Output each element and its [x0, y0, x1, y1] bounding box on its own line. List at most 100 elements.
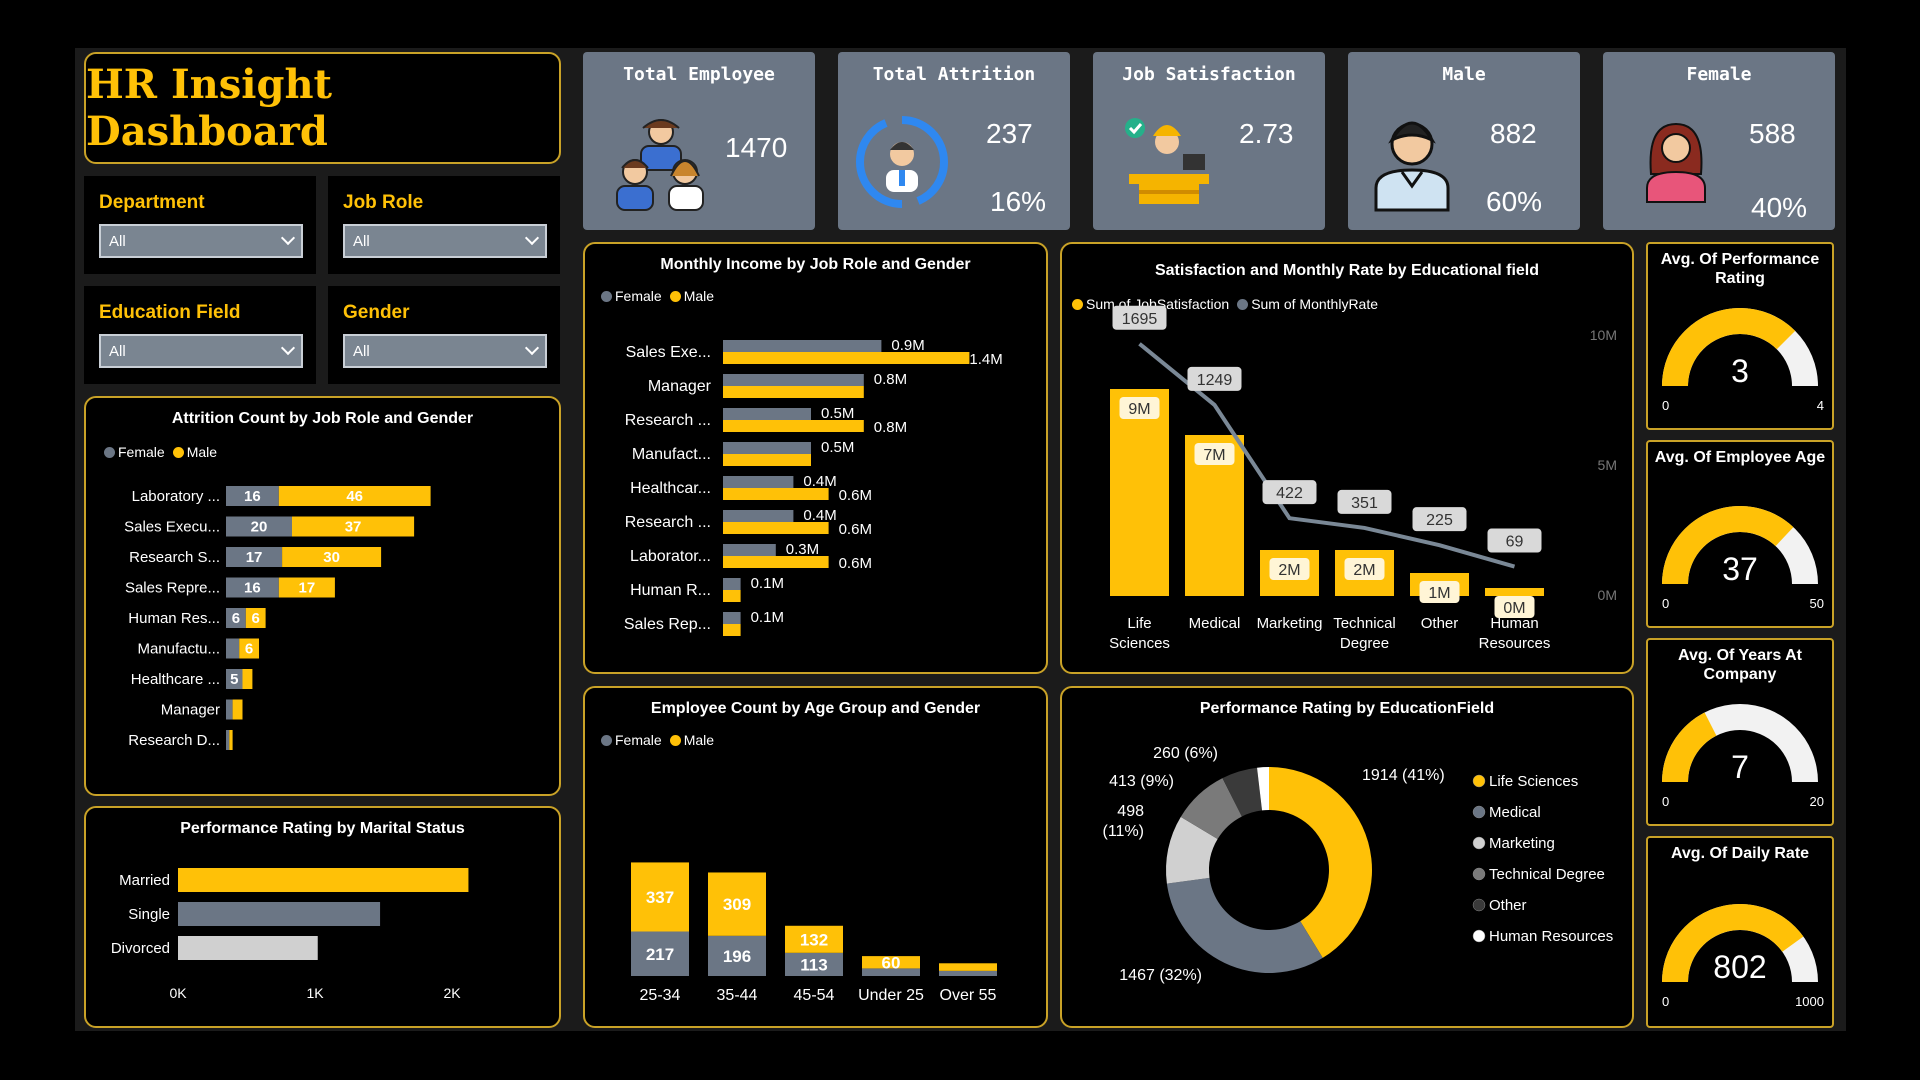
- line-data-label: 1695: [1122, 311, 1158, 328]
- job-role-dropdown[interactable]: All: [343, 224, 547, 258]
- data-label: 0.4M: [803, 507, 836, 524]
- bar-female: [723, 408, 811, 420]
- data-label: 260 (6%): [1153, 745, 1218, 762]
- legend-label: Technical Degree: [1489, 866, 1605, 883]
- category-label: Other: [1421, 615, 1459, 632]
- male-person-icon: [1374, 121, 1450, 212]
- data-label: 1M: [1428, 585, 1450, 602]
- perf-donut-panel: Performance Rating by EducationField 191…: [1060, 686, 1634, 1028]
- category-label: Laboratory ...: [132, 488, 220, 505]
- gauge-chart: 37 0 50: [1662, 506, 1824, 611]
- gender-dropdown[interactable]: All: [343, 334, 547, 368]
- data-label: 0.6M: [839, 521, 872, 538]
- category-label: Human Res...: [128, 610, 220, 627]
- dashboard-title: HR Insight Dashboard: [86, 61, 332, 155]
- legend-label: Other: [1489, 897, 1527, 914]
- bar-female: [723, 612, 741, 624]
- category-label: Resources: [1479, 635, 1551, 652]
- gauge-max: 50: [1810, 596, 1824, 611]
- category-label: Manager: [161, 702, 220, 719]
- bar-male: [723, 624, 741, 636]
- data-label: 1914 (41%): [1362, 767, 1445, 784]
- bar-female: [723, 340, 882, 352]
- data-label: 0.8M: [874, 371, 907, 388]
- bar-female: [723, 578, 741, 590]
- kpi-percent: 40%: [1751, 192, 1808, 223]
- bar-female: [723, 476, 794, 488]
- data-label: 0.5M: [821, 405, 854, 422]
- category-label: Sales Rep...: [624, 616, 711, 633]
- data-label: 2M: [1278, 562, 1300, 579]
- bar-female: [723, 510, 794, 522]
- category-label: Healthcare ...: [131, 671, 220, 688]
- slicer-label: Job Role: [343, 192, 424, 213]
- legend-marker: [1472, 867, 1486, 881]
- gauge-chart: 3 0 4: [1662, 308, 1824, 413]
- legend-label: Medical: [1489, 804, 1541, 821]
- kpi-total-employee: Total Employee 1470: [583, 52, 815, 230]
- dropdown-value: All: [353, 342, 370, 360]
- chevron-down-icon: [280, 230, 296, 246]
- data-label: 37: [345, 519, 362, 536]
- category-label: Research ...: [625, 514, 711, 531]
- slicer-education-field: Education Field All: [84, 286, 316, 384]
- bar-male: [232, 699, 243, 720]
- age-chart-panel: Employee Count by Age Group and Gender F…: [583, 686, 1048, 1028]
- data-label: 0.4M: [803, 473, 836, 490]
- kpi-male: Male 882 60%: [1348, 52, 1580, 230]
- data-label: 9M: [1128, 401, 1150, 418]
- kpi-title: Total Employee: [623, 64, 775, 85]
- bar-male: [723, 454, 811, 466]
- gauge-title: Avg. Of Years At Company: [1678, 647, 1802, 683]
- y-tick-label: 0M: [1598, 587, 1617, 603]
- gauge-fill: [1662, 712, 1717, 782]
- data-label: 5: [230, 671, 238, 688]
- education-field-dropdown[interactable]: All: [99, 334, 303, 368]
- bar: [178, 936, 318, 960]
- data-label: 16: [244, 488, 261, 505]
- bar-male: [939, 963, 997, 971]
- bar-female: [939, 970, 997, 976]
- data-label: 0.6M: [839, 487, 872, 504]
- bar-female: [226, 730, 230, 750]
- data-label: 60: [882, 953, 901, 972]
- kpi-percent: 60%: [1486, 186, 1543, 217]
- marital-bar-chart: Married Single Divorced 0K 1K 2K: [111, 868, 469, 1001]
- attrition-bar-chart: Laboratory ... 16 46 Sales Execu... 20 37 Rese…: [124, 486, 431, 750]
- department-dropdown[interactable]: All: [99, 224, 303, 258]
- chevron-down-icon: [524, 230, 540, 246]
- data-label: 6: [245, 641, 253, 658]
- legend-label: Marketing: [1489, 835, 1555, 852]
- data-label: 498: [1117, 803, 1144, 820]
- category-label: Under 25: [858, 987, 924, 1004]
- data-label: 337: [646, 888, 674, 907]
- kpi-title: Female: [1686, 64, 1752, 85]
- category-label: Divorced: [111, 940, 170, 957]
- legend-marker: [1472, 898, 1486, 912]
- gauge-title: Avg. Of Performance Rating: [1660, 251, 1820, 287]
- female-person-icon: [1646, 122, 1706, 203]
- chevron-down-icon: [524, 340, 540, 356]
- perf-donut-chart: 1914 (41%) 1467 (32%) 498 (11%) 413 (9%) 260 …: [1103, 745, 1614, 984]
- data-label: 132: [800, 930, 828, 949]
- gauge-title: Avg. Of Daily Rate: [1670, 845, 1810, 862]
- data-label: 2M: [1353, 562, 1375, 579]
- legend-marker: [1472, 836, 1486, 850]
- y-tick-label: 10M: [1590, 327, 1617, 343]
- category-label: Sales Execu...: [124, 519, 220, 536]
- category-label: Manager: [648, 378, 712, 395]
- gauge-value: 7: [1731, 749, 1749, 785]
- slicer-label: Department: [99, 192, 205, 213]
- kpi-value: 237: [986, 118, 1033, 149]
- kpi-value: 2.73: [1239, 118, 1294, 149]
- gauge-min: 0: [1662, 398, 1669, 413]
- line-data-label: 422: [1276, 485, 1303, 502]
- data-label: 217: [646, 945, 674, 964]
- gauge-chart: 802 0 1000: [1662, 904, 1824, 1009]
- line-data-label: 351: [1351, 495, 1378, 512]
- x-tick-label: 2K: [443, 985, 461, 1001]
- gauge-min: 0: [1662, 596, 1669, 611]
- data-label: 1.4M: [969, 351, 1002, 368]
- bar-male: [723, 590, 741, 602]
- slicer-gender: Gender All: [328, 286, 560, 384]
